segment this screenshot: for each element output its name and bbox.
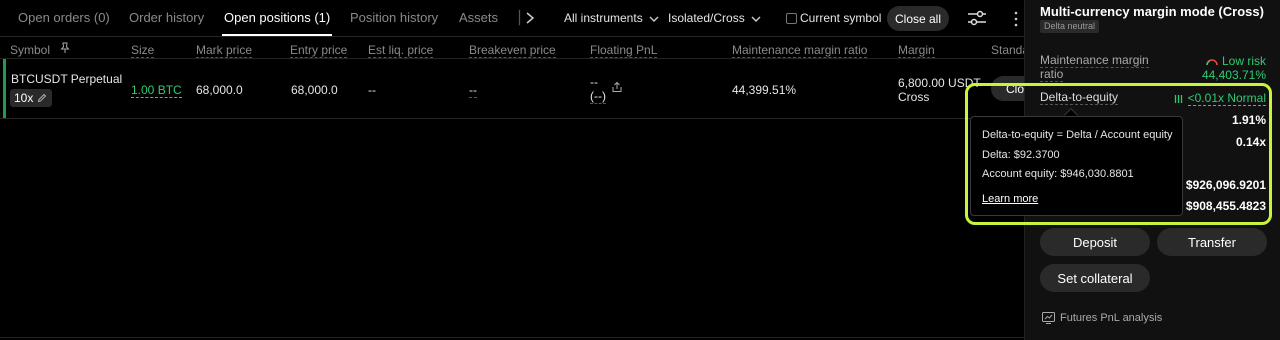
col-est-liq-price: Est liq. price (368, 43, 434, 58)
margin-mode-filter[interactable]: Isolated/Cross (668, 11, 761, 25)
tooltip-formula: Delta-to-equity = Delta / Account equity (982, 129, 1173, 141)
col-margin: Margin (898, 43, 935, 58)
col-mark-price: Mark price (196, 43, 253, 58)
long-position-indicator (3, 59, 6, 118)
share-icon[interactable] (611, 81, 623, 93)
settings-sliders-icon[interactable] (967, 10, 987, 26)
risk-level: Low risk (1206, 54, 1266, 68)
delta-to-equity-tooltip: Delta-to-equity = Delta / Account equity… (970, 116, 1183, 216)
set-collateral-button[interactable]: Set collateral (1040, 264, 1150, 292)
chevron-right-icon[interactable] (524, 11, 536, 25)
position-margin-mode: Cross (898, 90, 930, 104)
mmr-value: 44,403.71% (1201, 68, 1266, 82)
status-badge: Delta neutral (1040, 20, 1100, 33)
instruments-filter-label: All instruments (564, 11, 643, 25)
mmr-label-line1: Maintenance margin (1040, 53, 1149, 68)
deposit-button[interactable]: Deposit (1040, 228, 1150, 256)
position-mark-price: 68,000.0 (196, 83, 243, 97)
position-floating-pnl: -- (590, 75, 598, 89)
chevron-down-icon (649, 16, 659, 22)
futures-pnl-analysis-link[interactable]: Futures PnL analysis (1042, 312, 1162, 324)
position-symbol[interactable]: BTCUSDT Perpetual (11, 72, 122, 86)
leverage-value: 10x (14, 91, 34, 105)
margin-mode-filter-label: Isolated/Cross (668, 11, 745, 25)
col-size: Size (131, 43, 155, 58)
futures-pnl-analysis-label: Futures PnL analysis (1060, 312, 1163, 324)
current-symbol-label: Current symbol (800, 11, 882, 25)
tab-assets[interactable]: Assets (459, 10, 498, 25)
close-all-button[interactable]: Close all (887, 6, 949, 31)
col-entry-price: Entry price (290, 43, 348, 58)
pin-icon[interactable] (59, 42, 71, 54)
transfer-button[interactable]: Transfer (1157, 228, 1267, 256)
mmr-label-line2: ratio (1040, 67, 1064, 82)
col-maintenance-margin-ratio: Maintenance margin ratio (732, 43, 868, 58)
active-tab-indicator (222, 34, 332, 36)
margin-mode-title: Multi-currency margin mode (Cross) (1040, 4, 1264, 19)
position-size: 1.00 BTC (131, 83, 182, 98)
tooltip-equity: Account equity: $946,030.8801 (982, 168, 1134, 180)
position-entry-price: 68,000.0 (291, 83, 338, 97)
chevron-down-icon (751, 16, 761, 22)
position-breakeven-price: -- (469, 83, 477, 98)
col-breakeven-price: Breakeven price (469, 43, 556, 58)
risk-level-label: Low risk (1221, 54, 1266, 68)
tab-open-orders[interactable]: Open orders (0) (18, 10, 110, 25)
positions-panel: Open orders (0) Order history Open posit… (0, 0, 1024, 340)
tab-order-history[interactable]: Order history (129, 10, 204, 25)
instruments-filter[interactable]: All instruments (564, 11, 659, 25)
leverage-button[interactable]: 10x (10, 89, 52, 107)
position-floating-pnl-pct: (--) (590, 89, 606, 104)
col-floating-pnl: Floating PnL (590, 43, 658, 58)
more-icon[interactable] (1013, 10, 1019, 28)
col-standard: Standa (991, 43, 1024, 57)
learn-more-link[interactable]: Learn more (982, 193, 1038, 205)
gauge-icon (1206, 59, 1218, 65)
position-maintenance-margin-ratio: 44,399.51% (732, 83, 797, 97)
col-symbol: Symbol (10, 43, 51, 57)
tab-open-positions[interactable]: Open positions (1) (224, 10, 330, 25)
current-symbol-checkbox[interactable] (786, 13, 797, 24)
bottom-divider (0, 337, 1024, 338)
chart-icon (1042, 312, 1055, 324)
tooltip-delta: Delta: $92.3700 (982, 149, 1060, 161)
position-est-liq-price: -- (368, 83, 376, 97)
tab-position-history[interactable]: Position history (350, 10, 438, 25)
pencil-icon (38, 93, 47, 103)
